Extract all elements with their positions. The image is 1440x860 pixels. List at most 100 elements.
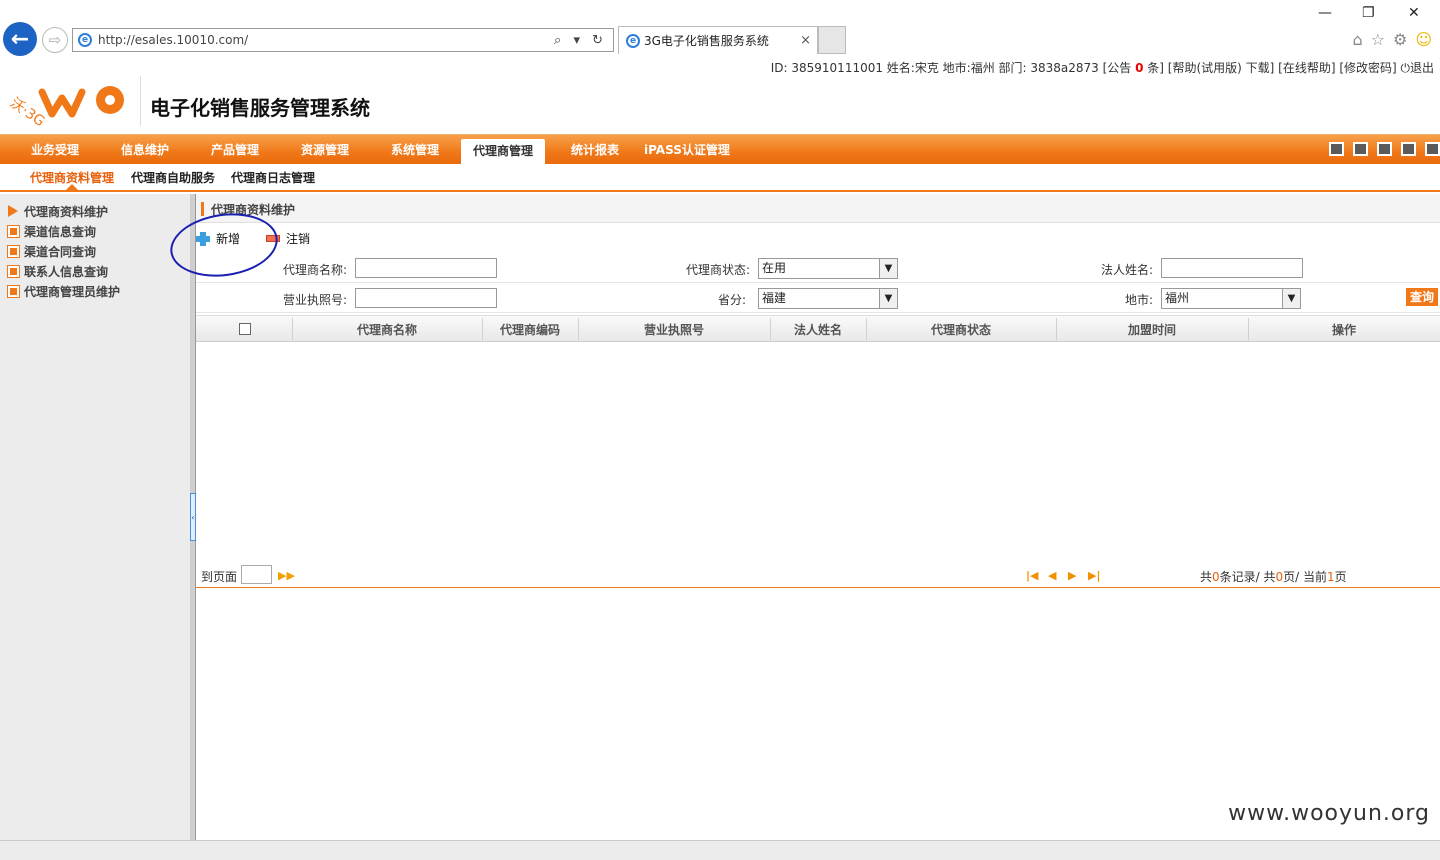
subnav-agent-log[interactable]: 代理商日志管理 bbox=[231, 169, 315, 186]
nav-item-business[interactable]: 业务受理 bbox=[31, 141, 79, 158]
pager-text: 共 bbox=[1200, 570, 1213, 584]
system-title: 电子化销售服务管理系统 bbox=[150, 96, 370, 120]
nav-item-ipass[interactable]: iPASS认证管理 bbox=[644, 141, 730, 158]
header-divider bbox=[140, 76, 141, 126]
main-panel: 代理商资料维护 新增 注销 代理商名称: 代理商状态: 在用 ▼ 法人姓名: 营… bbox=[166, 194, 1440, 840]
nav-item-resource[interactable]: 资源管理 bbox=[301, 141, 349, 158]
col-legal-name[interactable]: 法人姓名 bbox=[770, 321, 866, 338]
sidebar-item-label: 渠道信息查询 bbox=[24, 224, 97, 239]
province-select[interactable]: 福建 ▼ bbox=[758, 288, 898, 309]
sidebar-item-label: 代理商管理员维护 bbox=[24, 284, 121, 299]
watermark: www.wooyun.org bbox=[1228, 801, 1430, 826]
province-value: 福建 bbox=[762, 291, 787, 305]
search-form: 代理商名称: 代理商状态: 在用 ▼ 法人姓名: 营业执照号: 省分: 福建 ▼… bbox=[196, 253, 1440, 313]
sidebar-item-label: 代理商资料维护 bbox=[24, 204, 109, 219]
col-agent-status[interactable]: 代理商状态 bbox=[866, 321, 1056, 338]
smiley-icon[interactable]: ☺ bbox=[1415, 30, 1432, 49]
current-page: 1 bbox=[1327, 570, 1335, 584]
nav-item-report[interactable]: 统计报表 bbox=[571, 141, 619, 158]
ie-tab-icon: e bbox=[626, 33, 640, 48]
total-pages: 0 bbox=[1275, 570, 1284, 584]
new-tab-button[interactable] bbox=[818, 26, 846, 54]
nav-item-system[interactable]: 系统管理 bbox=[391, 141, 439, 158]
sidebar-item-channel-info[interactable]: 渠道信息查询 bbox=[0, 221, 190, 241]
legal-name-label: 法人姓名: bbox=[1101, 263, 1154, 277]
col-license-no[interactable]: 营业执照号 bbox=[578, 321, 770, 338]
nav-item-product[interactable]: 产品管理 bbox=[211, 141, 259, 158]
main-nav: 业务受理 信息维护 产品管理 资源管理 系统管理 代理商管理 统计报表 iPAS… bbox=[0, 134, 1440, 166]
bullet-icon bbox=[7, 264, 20, 278]
nav-item-agent[interactable]: 代理商管理 bbox=[461, 139, 546, 166]
user-links[interactable]: 条] [帮助(试用版) 下载] [在线帮助] [修改密码] ⏻退出 bbox=[1143, 61, 1434, 75]
form-row-1: 代理商名称: 代理商状态: 在用 ▼ 法人姓名: bbox=[196, 253, 1440, 283]
query-button[interactable]: 查询 bbox=[1406, 288, 1438, 306]
sub-nav: 代理商资料管理 代理商自助服务 代理商日志管理 bbox=[0, 164, 1440, 192]
agent-name-input[interactable] bbox=[355, 258, 497, 278]
subnav-agent-self-service[interactable]: 代理商自助服务 bbox=[131, 169, 215, 186]
browser-chrome: ← ⇨ e http://esales.10010.com/ ⌕ ▾ ↻ e 3… bbox=[0, 0, 1440, 56]
layout-icon-1[interactable] bbox=[1329, 142, 1344, 156]
go-page-icon[interactable]: ▶▶ bbox=[278, 569, 295, 582]
bullet-icon bbox=[7, 284, 20, 298]
browser-tab[interactable]: e 3G电子化销售服务系统 × bbox=[618, 26, 818, 54]
select-all-checkbox[interactable] bbox=[239, 323, 251, 335]
goto-page-input[interactable] bbox=[241, 565, 272, 584]
total-records: 0 bbox=[1212, 570, 1220, 584]
table-header: 代理商名称 代理商编码 营业执照号 法人姓名 代理商状态 加盟时间 操作 bbox=[196, 315, 1440, 342]
toolbar: 新增 注销 bbox=[196, 224, 1440, 252]
sidebar-item-agent-admin[interactable]: 代理商管理员维护 bbox=[0, 281, 190, 301]
agent-status-select[interactable]: 在用 ▼ bbox=[758, 258, 898, 279]
pager-text: 页 bbox=[1334, 570, 1347, 584]
gear-icon[interactable]: ⚙ bbox=[1393, 30, 1407, 49]
cancel-label: 注销 bbox=[286, 232, 311, 246]
first-page-icon[interactable]: |◀ bbox=[1026, 569, 1038, 582]
star-icon[interactable]: ☆ bbox=[1371, 30, 1385, 49]
sidebar-item-channel-contract[interactable]: 渠道合同查询 bbox=[0, 241, 190, 261]
col-agent-name[interactable]: 代理商名称 bbox=[292, 321, 482, 338]
subnav-active-caret bbox=[66, 184, 78, 190]
sidebar-item-agent-data[interactable]: 代理商资料维护 bbox=[0, 201, 190, 221]
back-button[interactable]: ← bbox=[3, 22, 37, 56]
minimize-button[interactable]: — bbox=[1318, 5, 1332, 21]
last-page-icon[interactable]: ▶| bbox=[1088, 569, 1100, 582]
chevron-down-icon[interactable]: ▼ bbox=[879, 289, 897, 308]
city-label: 地市: bbox=[1125, 293, 1154, 307]
close-window-button[interactable]: ✕ bbox=[1408, 5, 1420, 21]
pager-info: 共0条记录/ 共0页/ 当前1页 bbox=[1200, 568, 1347, 585]
unicom-logo: 沃·3G bbox=[8, 86, 124, 126]
arrow-icon bbox=[8, 205, 18, 217]
col-join-time[interactable]: 加盟时间 bbox=[1056, 321, 1248, 338]
tab-close-icon[interactable]: × bbox=[800, 33, 811, 48]
form-row-2: 营业执照号: 省分: 福建 ▼ 地市: 福州 ▼ 查询 bbox=[196, 283, 1440, 313]
address-url[interactable]: http://esales.10010.com/ bbox=[98, 33, 554, 47]
prev-page-icon[interactable]: ◀ bbox=[1048, 569, 1056, 582]
home-icon[interactable]: ⌂ bbox=[1352, 30, 1362, 49]
address-bar[interactable]: e http://esales.10010.com/ ⌕ ▾ ↻ bbox=[72, 28, 614, 52]
city-select[interactable]: 福州 ▼ bbox=[1161, 288, 1301, 309]
city-value: 福州 bbox=[1165, 291, 1190, 305]
col-agent-code[interactable]: 代理商编码 bbox=[482, 321, 578, 338]
app-header: 沃·3G 电子化销售服务管理系统 bbox=[0, 74, 1440, 134]
chevron-down-icon[interactable]: ▼ bbox=[1282, 289, 1300, 308]
layout-icon-3[interactable] bbox=[1377, 142, 1392, 156]
next-page-icon[interactable]: ▶ bbox=[1068, 569, 1076, 582]
layout-icon-4[interactable] bbox=[1401, 142, 1416, 156]
nav-item-info[interactable]: 信息维护 bbox=[121, 141, 169, 158]
layout-icon-2[interactable] bbox=[1353, 142, 1368, 156]
layout-icon-5[interactable] bbox=[1425, 142, 1440, 156]
license-input[interactable] bbox=[355, 288, 497, 308]
col-actions[interactable]: 操作 bbox=[1248, 321, 1440, 338]
panel-header: 代理商资料维护 bbox=[196, 194, 1440, 223]
search-refresh-icon[interactable]: ⌕ ▾ ↻ bbox=[554, 33, 607, 48]
ie-icon: e bbox=[78, 33, 92, 47]
sidebar-item-label: 渠道合同查询 bbox=[24, 244, 97, 259]
restore-button[interactable]: ❐ bbox=[1362, 5, 1375, 21]
bullet-icon bbox=[7, 224, 20, 238]
legal-name-input[interactable] bbox=[1161, 258, 1303, 278]
agent-status-value: 在用 bbox=[762, 261, 787, 275]
chevron-down-icon[interactable]: ▼ bbox=[879, 259, 897, 278]
sidebar-item-label: 联系人信息查询 bbox=[24, 264, 109, 279]
sidebar-item-contact-info[interactable]: 联系人信息查询 bbox=[0, 261, 190, 281]
forward-button[interactable]: ⇨ bbox=[42, 27, 68, 53]
agent-status-label: 代理商状态: bbox=[686, 263, 751, 277]
